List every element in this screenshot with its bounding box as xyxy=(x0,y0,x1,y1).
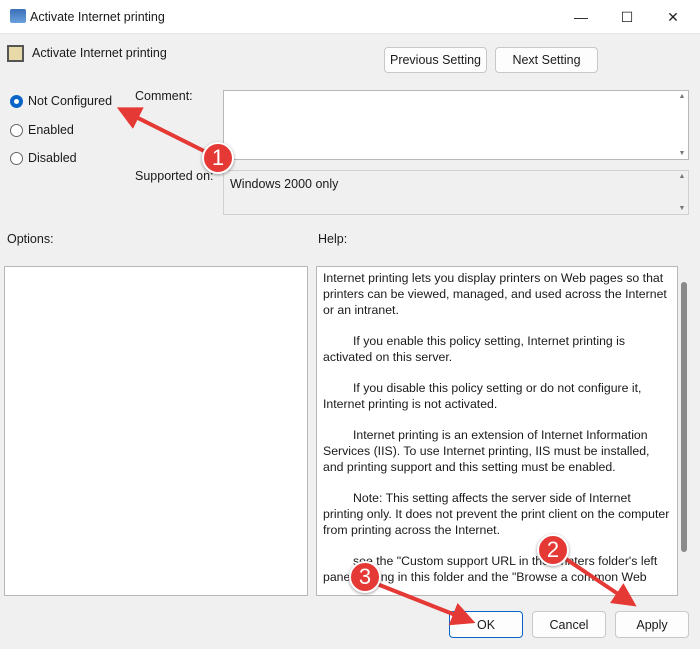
arrow-1 xyxy=(116,107,213,157)
annotation-badge-2: 2 xyxy=(537,534,569,566)
annotation-badge-3: 3 xyxy=(349,561,381,593)
annotation-arrows xyxy=(116,107,637,626)
arrow-2 xyxy=(558,553,637,607)
arrow-3 xyxy=(371,580,476,626)
annotation-badge-1: 1 xyxy=(202,142,234,174)
